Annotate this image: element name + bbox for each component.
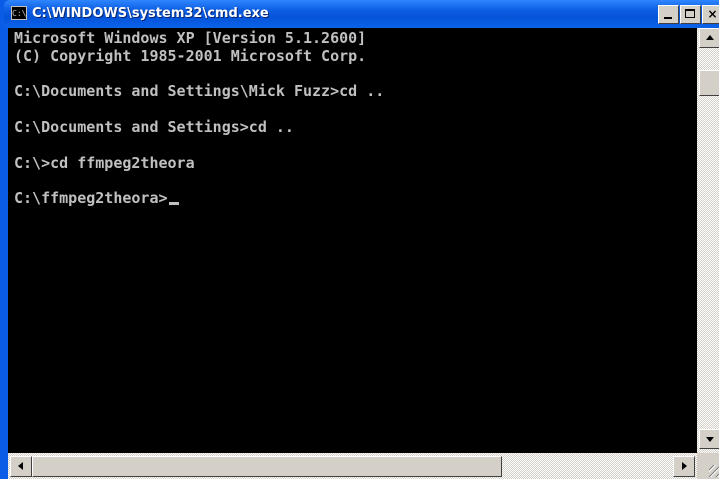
console-line: (C) Copyright 1985-2001 Microsoft Corp. bbox=[14, 46, 367, 65]
console-line: C:\Documents and Settings>cd .. bbox=[14, 117, 294, 136]
maximize-button[interactable] bbox=[680, 5, 701, 24]
scroll-right-button[interactable] bbox=[673, 456, 695, 477]
scroll-up-button[interactable] bbox=[699, 28, 719, 48]
arrow-down-icon bbox=[706, 437, 714, 442]
close-icon: × bbox=[707, 7, 718, 21]
arrow-up-icon bbox=[706, 35, 714, 40]
close-button[interactable]: × bbox=[702, 5, 719, 24]
minimize-button[interactable] bbox=[658, 5, 679, 24]
maximize-icon bbox=[685, 9, 695, 18]
vertical-scrollbar[interactable] bbox=[697, 28, 719, 453]
cmd-window: C:\ C:\WINDOWS\system32\cmd.exe × Micros… bbox=[0, 0, 719, 479]
prompt-line: C:\ffmpeg2theora> bbox=[14, 189, 697, 208]
window-title: C:\WINDOWS\system32\cmd.exe bbox=[32, 6, 269, 21]
console-line: Microsoft Windows XP [Version 5.1.2600] bbox=[14, 29, 367, 47]
resize-grip[interactable] bbox=[697, 453, 719, 479]
console-line: C:\Documents and Settings\Mick Fuzz>cd .… bbox=[14, 82, 385, 101]
console-output[interactable]: Microsoft Windows XP [Version 5.1.2600](… bbox=[8, 28, 697, 453]
current-prompt: C:\ffmpeg2theora> bbox=[14, 189, 168, 208]
horizontal-scroll-thumb[interactable] bbox=[32, 456, 502, 477]
title-bar[interactable]: C:\ C:\WINDOWS\system32\cmd.exe × bbox=[4, 0, 719, 28]
arrow-left-icon bbox=[18, 462, 23, 470]
minimize-icon bbox=[664, 17, 672, 19]
cmd-icon[interactable]: C:\ bbox=[11, 6, 27, 20]
horizontal-scrollbar[interactable] bbox=[8, 453, 697, 479]
text-cursor bbox=[168, 202, 179, 206]
console-line: C:\>cd ffmpeg2theora bbox=[14, 153, 195, 172]
window-controls: × bbox=[657, 5, 719, 24]
scroll-down-button[interactable] bbox=[699, 429, 719, 449]
vertical-scroll-thumb[interactable] bbox=[699, 70, 719, 96]
arrow-right-icon bbox=[682, 462, 687, 470]
scroll-left-button[interactable] bbox=[10, 456, 32, 477]
